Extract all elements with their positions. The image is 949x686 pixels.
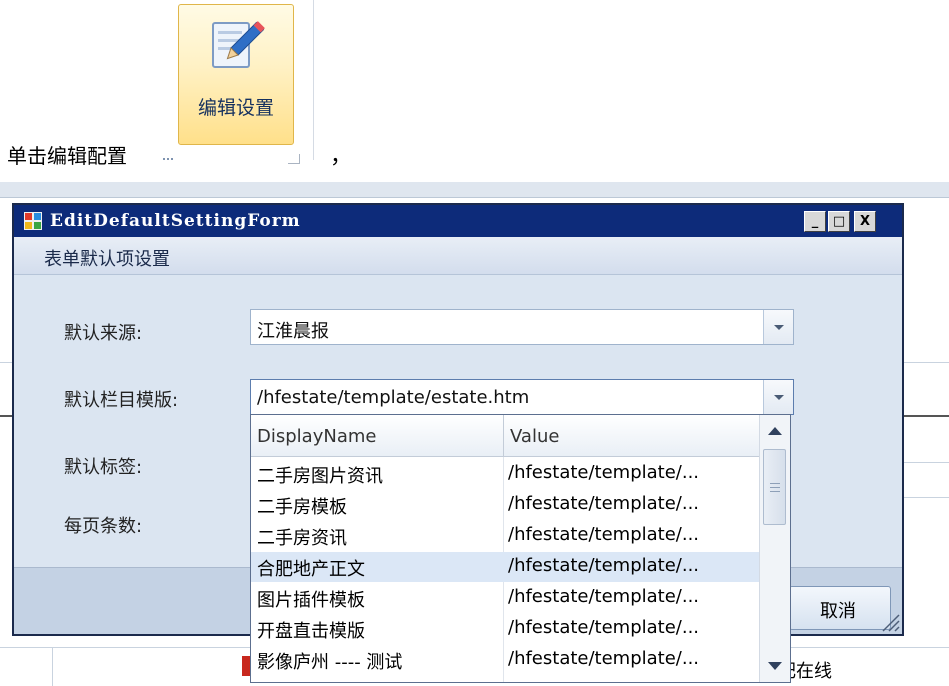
item-value: /hfestate/template/...: [508, 586, 700, 607]
background-gridline: [904, 415, 949, 417]
item-value: /hfestate/template/...: [508, 555, 700, 576]
ribbon-group-launcher[interactable]: [288, 154, 300, 164]
cancel-button[interactable]: 取消: [789, 586, 891, 630]
template-dropdown-list[interactable]: DisplayName Value 二手房图片资讯 /hfestate/temp…: [250, 414, 791, 683]
background-gridline: [904, 462, 949, 463]
dialog-titlebar[interactable]: EditDefaultSettingForm _ □ X: [14, 205, 902, 237]
edit-settings-ribbon-button[interactable]: 编辑设置: [178, 4, 294, 145]
background-toolbar: [0, 182, 949, 198]
list-item-selected[interactable]: 合肥地产正文 /hfestate/template/...: [251, 552, 759, 582]
instruction-text: 单击编辑配置: [7, 144, 127, 168]
group-title: 表单默认项设置: [44, 249, 170, 270]
pencil-edit-icon: [212, 21, 265, 68]
edit-settings-label: 编辑设置: [197, 97, 274, 119]
item-display-name: 二手房图片资讯: [257, 466, 383, 487]
form-app-icon: [24, 212, 42, 230]
maximize-button[interactable]: □: [828, 211, 850, 232]
minimize-button[interactable]: _: [804, 211, 826, 232]
resize-grip-icon[interactable]: [880, 612, 900, 632]
list-item[interactable]: 二手房资讯 /hfestate/template/...: [251, 521, 759, 551]
list-item[interactable]: 影像庐州 ---- 测试 /hfestate/template/...: [251, 645, 759, 675]
scroll-down-arrow-icon[interactable]: [768, 662, 782, 670]
list-item[interactable]: 图片插件模板 /hfestate/template/...: [251, 583, 759, 613]
cancel-button-label: 取消: [820, 601, 856, 622]
default-source-value: 江淮晨报: [257, 321, 329, 342]
item-display-name: 图片插件模板: [257, 590, 365, 611]
item-value: /hfestate/template/...: [508, 617, 700, 638]
default-source-label: 默认来源:: [64, 323, 143, 344]
default-template-combobox[interactable]: /hfestate/template/estate.htm: [250, 379, 794, 415]
background-gridline: [904, 362, 949, 363]
column-divider[interactable]: [503, 415, 504, 457]
item-value: /hfestate/template/...: [508, 493, 700, 514]
list-item[interactable]: 开盘直击模版 /hfestate/template/...: [251, 614, 759, 644]
dropdown-scrollbar[interactable]: [759, 415, 790, 682]
item-value: /hfestate/template/...: [508, 524, 700, 545]
default-tag-label: 默认标签:: [64, 457, 143, 478]
column-header-value[interactable]: Value: [510, 426, 559, 447]
chevron-down-icon[interactable]: [763, 310, 793, 344]
item-display-name: 影像庐州 ---- 测试: [257, 652, 403, 673]
background-gridline: [52, 647, 53, 686]
background-gridline: [0, 362, 12, 363]
background-gridline: [904, 497, 949, 498]
column-header-displayname[interactable]: DisplayName: [257, 426, 376, 447]
page-size-label: 每页条数:: [64, 516, 143, 537]
group-header: 表单默认项设置: [14, 237, 902, 275]
chevron-down-icon[interactable]: [763, 380, 793, 414]
ribbon-separator: [313, 0, 314, 160]
background-gridline: [0, 415, 12, 417]
default-template-value: /hfestate/template/estate.htm: [257, 387, 530, 408]
item-value: /hfestate/template/...: [508, 648, 700, 669]
scroll-up-arrow-icon[interactable]: [768, 427, 782, 435]
item-display-name: 合肥地产正文: [257, 559, 365, 580]
item-display-name: 二手房模板: [257, 497, 347, 518]
close-button[interactable]: X: [854, 211, 876, 232]
background-flag-icon: [242, 656, 250, 676]
item-display-name: 二手房资讯: [257, 528, 347, 549]
default-template-label: 默认栏目模版:: [64, 390, 179, 411]
scroll-thumb[interactable]: [763, 449, 786, 525]
list-item[interactable]: 二手房图片资讯 /hfestate/template/...: [251, 459, 759, 489]
list-item[interactable]: 二手房模板 /hfestate/template/...: [251, 490, 759, 520]
default-source-combobox[interactable]: 江淮晨报: [250, 309, 794, 345]
ribbon-edge-fragment: [163, 152, 173, 160]
item-value: /hfestate/template/...: [508, 462, 700, 483]
dropdown-header: DisplayName Value: [251, 415, 759, 457]
instruction-comma: ，: [330, 144, 353, 169]
item-display-name: 开盘直击模版: [257, 621, 365, 642]
dialog-title: EditDefaultSettingForm: [50, 211, 301, 231]
